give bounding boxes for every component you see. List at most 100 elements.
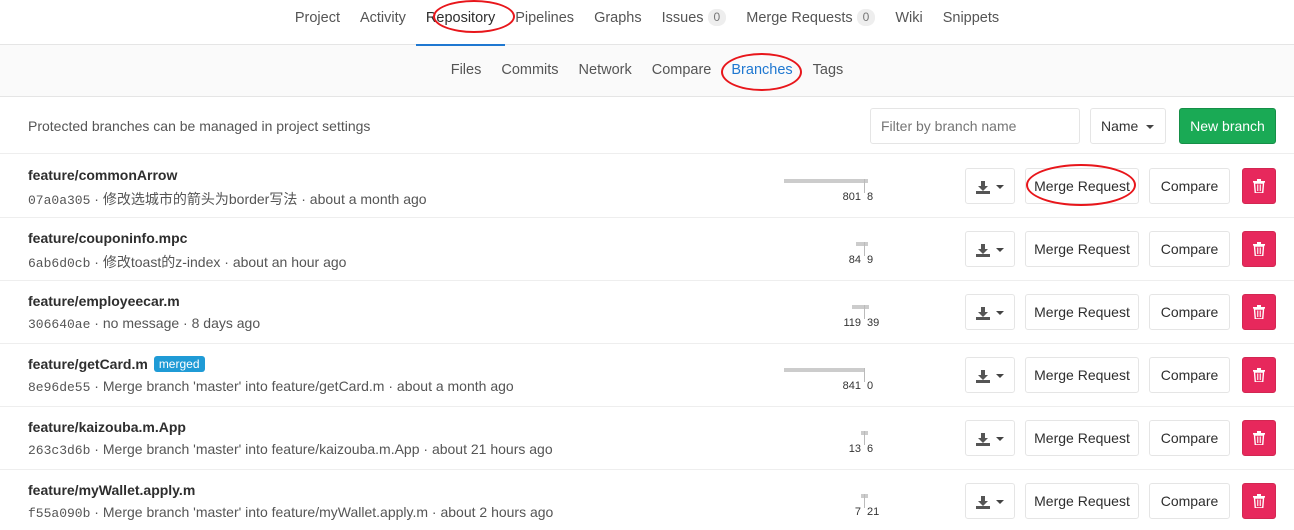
download-icon xyxy=(976,495,990,509)
tab-project[interactable]: Project xyxy=(285,0,350,45)
separator: · xyxy=(297,191,310,207)
branch-filter-input[interactable] xyxy=(870,108,1080,144)
commit-sha-link[interactable]: 07a0a305 xyxy=(28,193,90,208)
download-button[interactable] xyxy=(965,357,1015,393)
tab-issues[interactable]: Issues 0 xyxy=(652,0,737,45)
tab-merge-requests[interactable]: Merge Requests 0 xyxy=(736,0,885,45)
subtab-files[interactable]: Files xyxy=(441,45,492,96)
merge-request-button[interactable]: Merge Request xyxy=(1025,294,1139,330)
branch-name-link[interactable]: feature/employeecar.m xyxy=(28,293,180,309)
subtab-commits[interactable]: Commits xyxy=(491,45,568,96)
sort-dropdown[interactable]: Name xyxy=(1090,108,1166,144)
merge-request-button[interactable]: Merge Request xyxy=(1025,231,1139,267)
commits-ahead-count: 9 xyxy=(867,254,874,266)
commit-message[interactable]: 修改选城市的箭头为border写法 xyxy=(103,191,297,207)
branch-name: feature/commonArrow xyxy=(28,167,178,183)
new-branch-button[interactable]: New branch xyxy=(1179,108,1276,144)
subtab-compare[interactable]: Compare xyxy=(642,45,722,96)
ahead-bar xyxy=(865,242,868,246)
download-button[interactable] xyxy=(965,483,1015,519)
tab-pipelines[interactable]: Pipelines xyxy=(505,0,584,45)
compare-button[interactable]: Compare xyxy=(1149,294,1230,330)
project-nav-tabs: Project Activity Repository Pipelines Graphs… xyxy=(0,0,1294,46)
commit-sha-link[interactable]: 6ab6d0cb xyxy=(28,256,90,271)
count-badge: 0 xyxy=(707,9,727,26)
separator: · xyxy=(179,315,192,331)
commit-sha-link[interactable]: 263c3d6b xyxy=(28,443,90,458)
commit-message[interactable]: no message xyxy=(103,315,179,331)
tab-activity[interactable]: Activity xyxy=(350,0,416,45)
branch-name-link[interactable]: feature/myWallet.apply.m xyxy=(28,482,195,498)
compare-button[interactable]: Compare xyxy=(1149,420,1230,456)
branch-name-link[interactable]: feature/commonArrow xyxy=(28,167,177,183)
merge-request-button[interactable]: Merge Request xyxy=(1025,168,1139,204)
tab-snippets[interactable]: Snippets xyxy=(933,0,1009,45)
sort-dropdown-label: Name xyxy=(1101,118,1139,134)
commit-message[interactable]: Merge branch 'master' into feature/myWal… xyxy=(103,504,428,520)
chevron-down-icon xyxy=(996,185,1004,189)
delete-branch-button[interactable] xyxy=(1242,231,1276,267)
tab-repository[interactable]: Repository xyxy=(415,0,506,46)
download-button[interactable] xyxy=(965,231,1015,267)
chevron-down-icon xyxy=(996,248,1004,252)
divergence-divider xyxy=(864,494,865,508)
commits-behind-count: 801 xyxy=(842,191,861,203)
commit-summary: f55a090b · Merge branch 'master' into fe… xyxy=(28,504,553,521)
download-button[interactable] xyxy=(965,420,1015,456)
branch-name-link[interactable]: feature/getCard.m merged xyxy=(28,356,205,372)
download-icon xyxy=(976,306,990,320)
commits-behind-count: 13 xyxy=(848,443,861,455)
commit-time: about a month ago xyxy=(396,378,514,394)
tab-graphs[interactable]: Graphs xyxy=(584,0,652,45)
ahead-bar xyxy=(865,494,868,498)
behind-bar xyxy=(861,494,864,498)
trash-icon xyxy=(1253,305,1265,320)
subtab-network[interactable]: Network xyxy=(569,45,642,96)
behind-bar xyxy=(861,431,864,435)
separator: · xyxy=(220,254,233,270)
commit-sha-link[interactable]: 8e96de55 xyxy=(28,380,90,395)
branch-row: feature/employeecar.m 306640ae · no messa… xyxy=(0,281,1294,344)
chevron-down-icon xyxy=(996,311,1004,315)
tab-wiki[interactable]: Wiki xyxy=(885,0,932,45)
delete-branch-button[interactable] xyxy=(1242,294,1276,330)
tab-label: Merge Requests xyxy=(746,10,853,26)
compare-button[interactable]: Compare xyxy=(1149,168,1230,204)
subtab-tags[interactable]: Tags xyxy=(803,45,854,96)
delete-branch-button[interactable] xyxy=(1242,357,1276,393)
count-badge: 0 xyxy=(856,9,876,26)
compare-button[interactable]: Compare xyxy=(1149,231,1230,267)
separator: · xyxy=(90,504,103,520)
compare-button[interactable]: Compare xyxy=(1149,483,1230,519)
commit-summary: 8e96de55 · Merge branch 'master' into fe… xyxy=(28,378,514,395)
trash-icon xyxy=(1253,494,1265,509)
commits-behind-count: 119 xyxy=(843,317,861,329)
commit-message[interactable]: Merge branch 'master' into feature/getCa… xyxy=(103,378,385,394)
branch-name-link[interactable]: feature/couponinfo.mpc xyxy=(28,230,187,246)
branch-name: feature/getCard.m xyxy=(28,356,148,372)
subtab-branches[interactable]: Branches xyxy=(721,45,802,96)
download-icon xyxy=(976,432,990,446)
merge-request-button[interactable]: Merge Request xyxy=(1025,483,1139,519)
commits-ahead-count: 21 xyxy=(867,506,880,518)
divergence-divider xyxy=(864,368,865,382)
delete-branch-button[interactable] xyxy=(1242,483,1276,519)
branch-name-link[interactable]: feature/kaizouba.m.App xyxy=(28,419,186,435)
download-button[interactable] xyxy=(965,168,1015,204)
tab-label: Project xyxy=(294,10,340,26)
merge-request-button[interactable]: Merge Request xyxy=(1025,420,1139,456)
commit-sha-link[interactable]: 306640ae xyxy=(28,317,90,332)
chevron-down-icon xyxy=(996,500,1004,504)
project-nav: Project Activity Repository Pipelines Graphs… xyxy=(0,0,1294,46)
merge-request-button[interactable]: Merge Request xyxy=(1025,357,1139,393)
commits-behind-count: 84 xyxy=(848,254,861,266)
ahead-bar xyxy=(865,179,868,183)
compare-button[interactable]: Compare xyxy=(1149,357,1230,393)
delete-branch-button[interactable] xyxy=(1242,420,1276,456)
delete-branch-button[interactable] xyxy=(1242,168,1276,204)
download-button[interactable] xyxy=(965,294,1015,330)
commit-time: 8 days ago xyxy=(191,315,261,331)
commit-message[interactable]: Merge branch 'master' into feature/kaizo… xyxy=(103,441,420,457)
commit-message[interactable]: 修改toast的z-index xyxy=(103,254,220,270)
commit-sha-link[interactable]: f55a090b xyxy=(28,506,90,521)
